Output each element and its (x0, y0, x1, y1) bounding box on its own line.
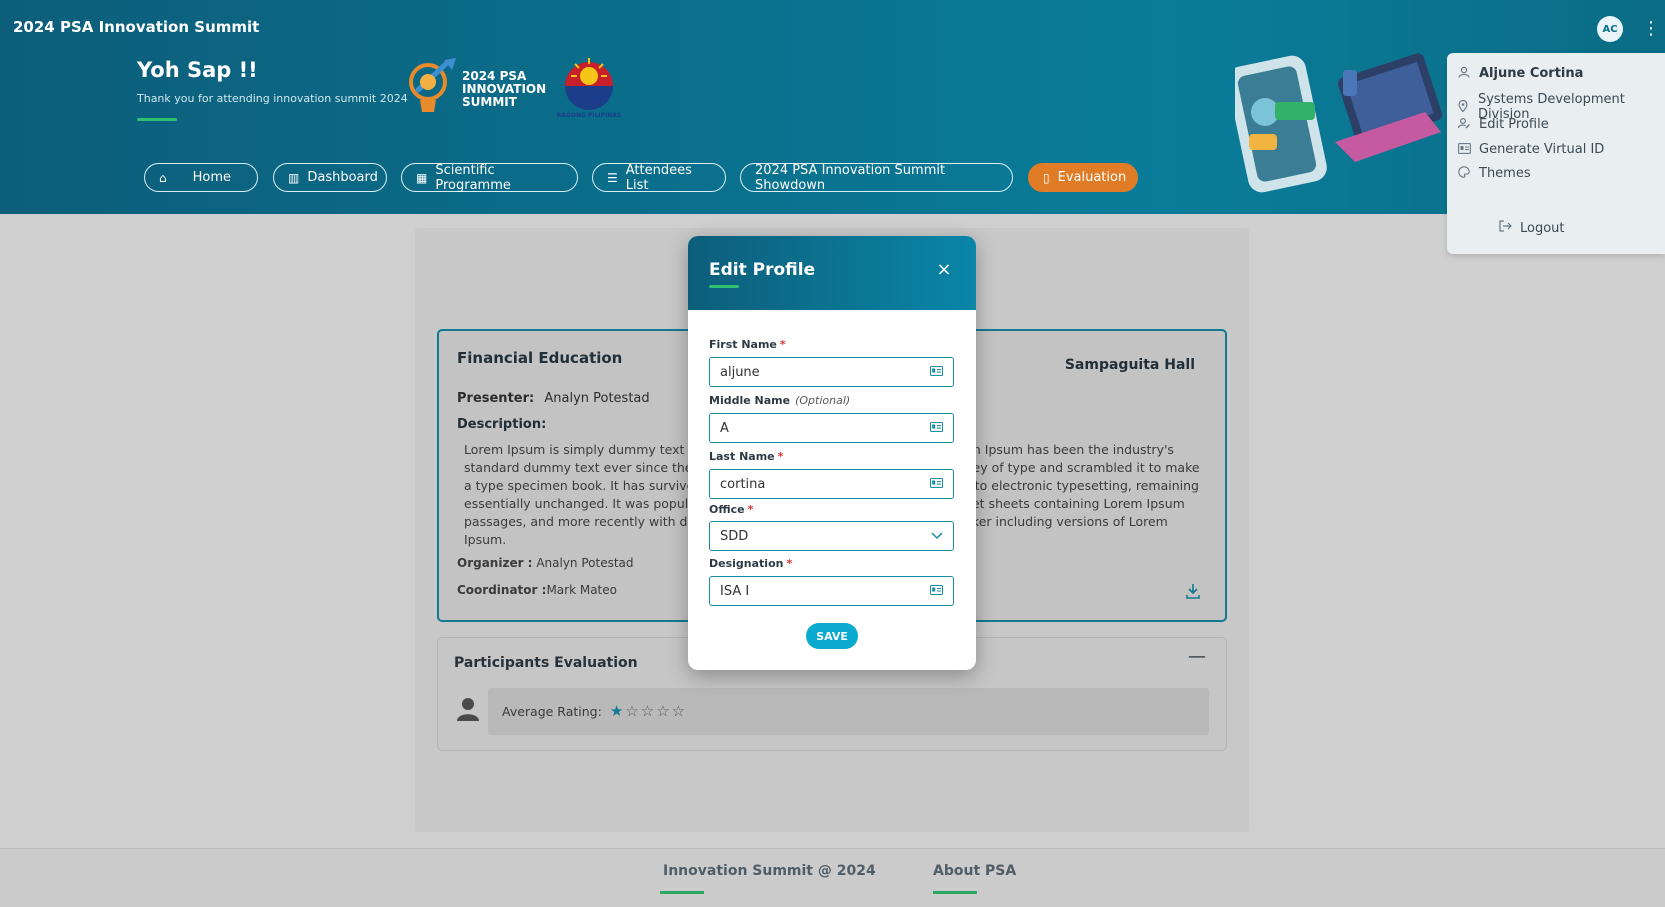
nav-evaluation[interactable]: ▯ Evaluation (1028, 163, 1138, 192)
menu-themes[interactable]: Themes (1457, 166, 1531, 181)
id-card-icon (930, 584, 943, 598)
first-name-field[interactable]: aljune (709, 357, 954, 387)
label-text: Office (709, 503, 745, 516)
menu-edit-profile[interactable]: Edit Profile (1457, 117, 1549, 132)
chevron-down-icon (931, 529, 943, 543)
id-card-icon (930, 477, 943, 491)
last-name-value: cortina (720, 476, 766, 492)
bagong-pilipinas-logo: BAGONG PILIPINAS (553, 54, 625, 122)
id-card-icon (1457, 142, 1471, 157)
greeting-underline (137, 118, 177, 121)
chart-icon: ▥ (288, 170, 300, 185)
office-label: Office * (709, 503, 753, 516)
first-name-label: First Name * (709, 338, 786, 351)
palette-icon (1457, 166, 1471, 181)
edit-profile-modal: Edit Profile × First Name * aljune Middle… (688, 236, 976, 670)
office-value: SDD (720, 528, 749, 544)
label-text: Designation (709, 557, 784, 570)
designation-value: ISA I (720, 583, 750, 599)
optional-hint: (Optional) (795, 394, 851, 407)
save-button[interactable]: SAVE (806, 623, 858, 649)
menu-label: Edit Profile (1479, 117, 1549, 132)
header: 2024 PSA Innovation Summit Yoh Sap !! Th… (0, 0, 1665, 214)
menu-logout[interactable]: Logout (1499, 220, 1565, 236)
required-mark: * (777, 450, 784, 463)
user-menu: Aljune Cortina Systems Development Divis… (1447, 53, 1665, 254)
nav-label: Home (192, 170, 232, 185)
last-name-field[interactable]: cortina (709, 469, 954, 499)
required-mark: * (747, 503, 754, 516)
user-edit-icon (1457, 117, 1471, 132)
required-mark: * (779, 338, 786, 351)
menu-user-name: Aljune Cortina (1457, 66, 1583, 81)
greeting-subtitle: Thank you for attending innovation summi… (137, 92, 408, 105)
label-text: First Name (709, 338, 777, 351)
label-text: Last Name (709, 450, 775, 463)
home-icon: ⌂ (159, 170, 167, 185)
designation-field[interactable]: ISA I (709, 576, 954, 606)
summit-logo-text: 2024 PSA INNOVATION SUMMIT (462, 69, 547, 109)
id-card-icon (930, 365, 943, 379)
greeting-title: Yoh Sap !! (137, 58, 258, 82)
nav-dashboard[interactable]: ▥ Dashboard (273, 163, 387, 192)
nav-attendees-list[interactable]: ☰ Attendees List (592, 162, 726, 193)
lightbulb-rocket-icon (409, 58, 456, 112)
menu-generate-virtual-id[interactable]: Generate Virtual ID (1457, 142, 1604, 157)
nav-label: 2024 PSA Innovation Summit Showdown (755, 162, 946, 193)
middle-name-field[interactable]: A (709, 413, 954, 443)
app-title[interactable]: 2024 PSA Innovation Summit (13, 18, 259, 36)
document-icon: ▯ (1043, 170, 1050, 185)
logout-icon (1499, 220, 1512, 236)
first-name-value: aljune (720, 364, 760, 380)
user-avatar[interactable]: AC (1597, 16, 1623, 42)
user-icon (1457, 66, 1471, 81)
modal-title-underline (709, 285, 739, 288)
middle-name-value: A (720, 420, 729, 436)
nav-label: Dashboard (307, 170, 378, 185)
menu-label: Logout (1520, 220, 1565, 236)
devices-illustration (1235, 53, 1443, 193)
calendar-icon: ▦ (416, 170, 428, 185)
menu-label: Generate Virtual ID (1479, 142, 1605, 157)
nav-label: Evaluation (1057, 170, 1127, 185)
menu-label: Themes (1479, 166, 1531, 181)
nav-home[interactable]: ⌂ Home (144, 163, 258, 192)
sun-emblem-icon (565, 58, 613, 110)
bagong-logo-text: BAGONG PILIPINAS (556, 112, 622, 119)
label-text: Middle Name (709, 394, 791, 407)
office-select[interactable]: SDD (709, 521, 954, 551)
modal-title: Edit Profile (709, 260, 816, 280)
nav-showdown[interactable]: 2024 PSA Innovation Summit Showdown (740, 162, 1013, 193)
nav-label: Attendees List (625, 162, 692, 193)
required-mark: * (786, 557, 793, 570)
nav-label: Scientific Programme (435, 162, 511, 193)
nav-scientific-programme[interactable]: ▦ Scientific Programme (401, 162, 578, 193)
close-icon[interactable]: × (934, 260, 954, 280)
more-options-icon[interactable]: ⋮ (1642, 16, 1660, 42)
location-pin-icon (1457, 99, 1470, 115)
designation-label: Designation * (709, 557, 792, 570)
summit-logo: 2024 PSA INNOVATION SUMMIT (404, 56, 547, 120)
id-card-icon (930, 421, 943, 435)
last-name-label: Last Name * (709, 450, 783, 463)
middle-name-label: Middle Name (Optional) (709, 394, 850, 407)
menu-label: Aljune Cortina (1479, 66, 1584, 81)
modal-header: Edit Profile × (688, 236, 976, 310)
list-icon: ☰ (607, 170, 618, 185)
